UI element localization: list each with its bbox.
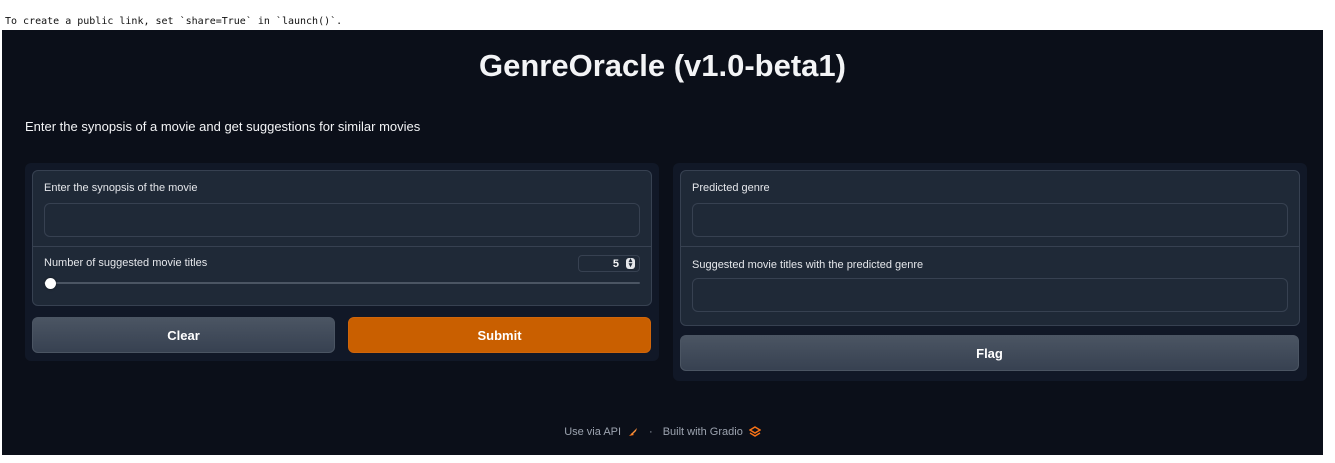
rocket-icon — [627, 426, 639, 438]
genre-label: Predicted genre — [692, 182, 770, 194]
titles-block: Suggested movie titles with the predicte… — [681, 247, 1299, 325]
genre-output[interactable] — [692, 203, 1288, 237]
input-form: Enter the synopsis of the movie Number o… — [32, 170, 652, 306]
clear-button[interactable]: Clear — [32, 317, 335, 353]
use-via-api-link[interactable]: Use via API — [564, 426, 621, 438]
console-output: To create a public link, set `share=True… — [5, 16, 343, 27]
built-with-gradio-link[interactable]: Built with Gradio — [663, 426, 743, 438]
num-titles-number-input[interactable]: 5 ▴ ▾ — [578, 255, 640, 272]
synopsis-block: Enter the synopsis of the movie — [33, 171, 651, 247]
spinner-icon[interactable]: ▴ ▾ — [626, 257, 635, 269]
gradio-logo-icon — [748, 426, 762, 438]
input-column: Enter the synopsis of the movie Number o… — [25, 163, 659, 361]
gradio-app: GenreOracle (v1.0-beta1) Enter the synop… — [2, 30, 1323, 455]
page-description: Enter the synopsis of a movie and get su… — [25, 119, 421, 134]
output-column: Predicted genre Suggested movie titles w… — [673, 163, 1307, 381]
synopsis-label: Enter the synopsis of the movie — [44, 182, 198, 194]
submit-button[interactable]: Submit — [348, 317, 651, 353]
output-form: Predicted genre Suggested movie titles w… — [680, 170, 1300, 326]
num-titles-label: Number of suggested movie titles — [44, 257, 208, 269]
synopsis-input[interactable] — [44, 203, 640, 237]
footer-separator: · — [649, 426, 653, 439]
page-title: GenreOracle (v1.0-beta1) — [478, 48, 846, 83]
footer: Use via API · Built with Gradio — [2, 426, 1323, 438]
num-titles-slider-track[interactable] — [44, 282, 640, 284]
num-titles-block: Number of suggested movie titles 5 ▴ ▾ — [33, 247, 651, 305]
genre-block: Predicted genre — [681, 171, 1299, 247]
num-titles-value: 5 — [612, 258, 619, 270]
titles-output[interactable] — [692, 278, 1288, 312]
num-titles-slider-thumb[interactable] — [45, 278, 56, 289]
titles-label: Suggested movie titles with the predicte… — [692, 259, 924, 271]
flag-button[interactable]: Flag — [680, 335, 1299, 371]
